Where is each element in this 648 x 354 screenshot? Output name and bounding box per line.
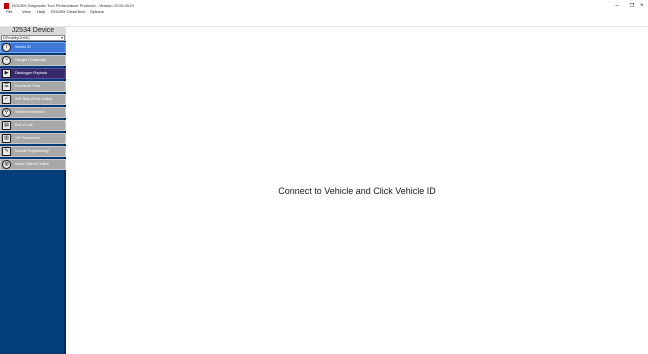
device-select-value: DPedMyCHNC — [3, 35, 30, 40]
chevron-down-icon: ▾ — [60, 35, 63, 40]
sidebar-item-label: VID Parameters — [15, 136, 40, 140]
divider — [0, 26, 648, 27]
wrench-icon: ✎ — [2, 147, 11, 156]
sidebar-item-vehicle-information[interactable]: ⚲ Vehicle Information — [0, 107, 66, 118]
sidebar-item-gauges[interactable]: ◔ Gauges / Dashpage — [0, 55, 66, 66]
sidebar-item-datalogger-playback[interactable]: ▶ Datalogger Playback — [0, 68, 66, 79]
sidebar-item-share-data[interactable]: ◍ Share Data w/ Hotline — [0, 159, 66, 170]
device-label: J2534 Device — [11, 27, 55, 34]
sidebar-item-self-tests[interactable]: ✓ Self Tests (Error Codes) — [0, 94, 66, 105]
sidebar-item-label: Share Data w/ Hotline — [15, 162, 50, 166]
sidebar-item-vehicle-id[interactable]: i Vehicle ID — [0, 42, 66, 53]
parameters-icon: ▥ — [2, 134, 11, 143]
device-select[interactable]: DPedMyCHNC ▾ — [1, 35, 65, 41]
menu-file[interactable]: File — [6, 8, 12, 15]
magnifier-icon: ⚲ — [2, 108, 11, 117]
sidebar-item-label: Module Programming — [15, 149, 49, 153]
sidebar-item-vid-parameters[interactable]: ▥ VID Parameters — [0, 133, 66, 144]
sidebar-item-label: Self Tests (Error Codes) — [15, 97, 53, 101]
play-icon: ▶ — [2, 69, 11, 78]
sidebar-item-label: End of Line — [15, 123, 33, 127]
sidebar-item-label: Datalogger Playback — [15, 71, 48, 75]
list-icon: ☰ — [2, 82, 11, 91]
checkmark-icon: ✓ — [2, 95, 11, 104]
document-icon: ▤ — [2, 121, 11, 130]
menu-help[interactable]: Help — [37, 8, 45, 15]
globe-icon: ◍ — [2, 160, 11, 169]
sidebar-item-end-of-line[interactable]: ▤ End of Line — [0, 120, 66, 131]
sidebar-item-label: Vehicle ID — [15, 45, 31, 49]
sidebar-item-label: Vehicle Information — [15, 110, 45, 114]
sidebar-item-module-programming[interactable]: ✎ Module Programming — [0, 146, 66, 157]
sidebar-item-label: Functional Tests — [15, 84, 41, 88]
menu-roush-cleantech[interactable]: ROUSH CleanTech — [51, 8, 85, 15]
menu-options[interactable]: Options — [90, 8, 104, 15]
info-icon: i — [2, 43, 11, 52]
connect-message: Connect to Vehicle and Click Vehicle ID — [278, 186, 436, 196]
device-panel: J2534 Device DPedMyCHNC ▾ — [0, 27, 66, 41]
sidebar-item-label: Gauges / Dashpage — [15, 58, 47, 62]
sidebar-item-functional-tests[interactable]: ☰ Functional Tests — [0, 81, 66, 92]
menu-view[interactable]: View — [22, 8, 31, 15]
menu-bar: File View Help ROUSH CleanTech Options — [0, 8, 648, 15]
gauge-icon: ◔ — [2, 56, 11, 65]
